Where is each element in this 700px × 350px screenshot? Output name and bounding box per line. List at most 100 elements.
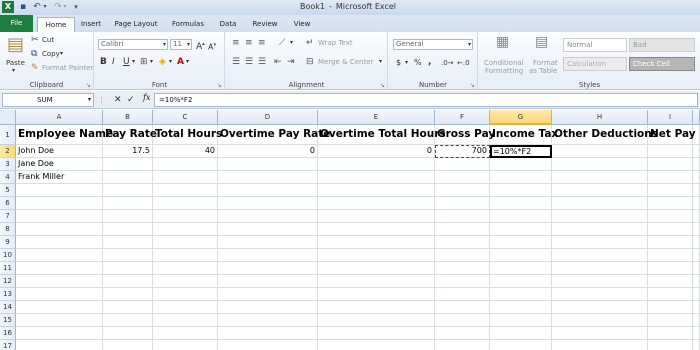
column-header-h[interactable]: H (552, 110, 648, 125)
font-color-icon[interactable]: A (177, 57, 184, 67)
column-header-e[interactable]: E (318, 110, 435, 125)
cell-h11[interactable] (552, 262, 648, 275)
cell-b17[interactable] (103, 340, 153, 350)
row-header-13[interactable]: 13 (0, 288, 16, 301)
cell-b4[interactable] (103, 171, 153, 184)
cell-f6[interactable] (435, 197, 490, 210)
cell-i14[interactable] (648, 301, 693, 314)
row-header-2[interactable]: 2 (0, 145, 16, 158)
fill-color-icon[interactable]: ◈ (159, 57, 166, 67)
cell-b14[interactable] (103, 301, 153, 314)
cell-c9[interactable] (153, 236, 218, 249)
align-top-icon[interactable]: ≡ (232, 38, 240, 48)
row-header-1[interactable]: 1 (0, 125, 16, 145)
cut-icon[interactable]: ✂ (31, 35, 39, 45)
wrap-text-icon[interactable]: ↵ (306, 38, 314, 48)
cell-i13[interactable] (648, 288, 693, 301)
merge-center-button[interactable]: Merge & Center (318, 58, 373, 66)
cell-g1[interactable]: Income Tax (490, 125, 558, 145)
cell-overflow11[interactable] (693, 262, 700, 275)
insert-function-button[interactable]: fx (143, 93, 150, 102)
cell-d10[interactable] (218, 249, 318, 262)
cell-d4[interactable] (218, 171, 318, 184)
font-name-combo[interactable]: Calibri ▾ (98, 39, 168, 50)
font-size-combo[interactable]: 11 ▾ (170, 39, 192, 50)
cell-f17[interactable] (435, 340, 490, 350)
select-all-button[interactable] (0, 110, 16, 125)
cell-d8[interactable] (218, 223, 318, 236)
row-header-16[interactable]: 16 (0, 327, 16, 340)
align-left-icon[interactable]: ☰ (232, 57, 240, 67)
cell-d2[interactable]: 0 (218, 145, 318, 158)
cell-c16[interactable] (153, 327, 218, 340)
cell-i6[interactable] (648, 197, 693, 210)
row-header-17[interactable]: 17 (0, 340, 16, 350)
cell-overflow9[interactable] (693, 236, 700, 249)
cell-h14[interactable] (552, 301, 648, 314)
orientation-dropdown-icon[interactable]: ▾ (290, 39, 293, 46)
enter-icon[interactable]: ✓ (127, 94, 135, 106)
align-middle-icon[interactable]: ≡ (245, 38, 253, 48)
cell-c13[interactable] (153, 288, 218, 301)
cell-g17[interactable] (490, 340, 552, 350)
copy-dropdown-icon[interactable]: ▾ (60, 50, 63, 57)
align-right-icon[interactable]: ☰ (258, 57, 266, 67)
paste-dropdown-icon[interactable]: ▾ (12, 67, 15, 74)
cell-overflow3[interactable] (693, 158, 700, 171)
row-header-8[interactable]: 8 (0, 223, 16, 236)
format-as-table-label-2[interactable]: as Table (529, 67, 557, 75)
cell-f14[interactable] (435, 301, 490, 314)
cell-overflow5[interactable] (693, 184, 700, 197)
cell-f16[interactable] (435, 327, 490, 340)
cell-overflow4[interactable] (693, 171, 700, 184)
cell-f12[interactable] (435, 275, 490, 288)
cell-c11[interactable] (153, 262, 218, 275)
cell-a9[interactable] (16, 236, 103, 249)
cell-a1[interactable]: Employee Name (16, 125, 113, 145)
conditional-formatting-label-2[interactable]: Formatting (485, 67, 523, 75)
cell-e8[interactable] (318, 223, 435, 236)
increase-decimal-icon[interactable]: .0→ (441, 58, 454, 68)
cell-h8[interactable] (552, 223, 648, 236)
cancel-icon[interactable]: ✕ (114, 94, 122, 106)
currency-button[interactable]: $ (396, 58, 401, 67)
cell-d3[interactable] (218, 158, 318, 171)
cell-overflow13[interactable] (693, 288, 700, 301)
increase-indent-icon[interactable]: ⇥ (287, 57, 295, 67)
cell-h6[interactable] (552, 197, 648, 210)
copy-icon[interactable]: ⧉ (31, 49, 37, 59)
cell-e3[interactable] (318, 158, 435, 171)
tab-insert[interactable]: Insert (80, 17, 102, 32)
row-header-12[interactable]: 12 (0, 275, 16, 288)
cell-h3[interactable] (552, 158, 648, 171)
cell-g11[interactable] (490, 262, 552, 275)
column-header-f[interactable]: F (435, 110, 490, 125)
tab-data[interactable]: Data (218, 17, 238, 32)
cell-g6[interactable] (490, 197, 552, 210)
row-header-4[interactable]: 4 (0, 171, 16, 184)
cell-b8[interactable] (103, 223, 153, 236)
cell-a14[interactable] (16, 301, 103, 314)
cell-b7[interactable] (103, 210, 153, 223)
row-header-14[interactable]: 14 (0, 301, 16, 314)
cell-c12[interactable] (153, 275, 218, 288)
cell-f4[interactable] (435, 171, 490, 184)
cell-b1[interactable]: Pay Rate (103, 125, 157, 145)
column-header-d[interactable]: D (218, 110, 318, 125)
cell-g5[interactable] (490, 184, 552, 197)
conditional-formatting-icon[interactable]: ▦ (496, 35, 509, 50)
cell-c1[interactable]: Total Hours (153, 125, 222, 145)
cell-h16[interactable] (552, 327, 648, 340)
cell-h17[interactable] (552, 340, 648, 350)
tab-review[interactable]: Review (251, 17, 279, 32)
cell-c6[interactable] (153, 197, 218, 210)
column-header-overflow[interactable] (693, 110, 700, 125)
cell-g9[interactable] (490, 236, 552, 249)
row-header-3[interactable]: 3 (0, 158, 16, 171)
cell-e9[interactable] (318, 236, 435, 249)
cell-c14[interactable] (153, 301, 218, 314)
column-header-c[interactable]: C (153, 110, 218, 125)
cell-b10[interactable] (103, 249, 153, 262)
cell-overflow12[interactable] (693, 275, 700, 288)
cell-i3[interactable] (648, 158, 693, 171)
